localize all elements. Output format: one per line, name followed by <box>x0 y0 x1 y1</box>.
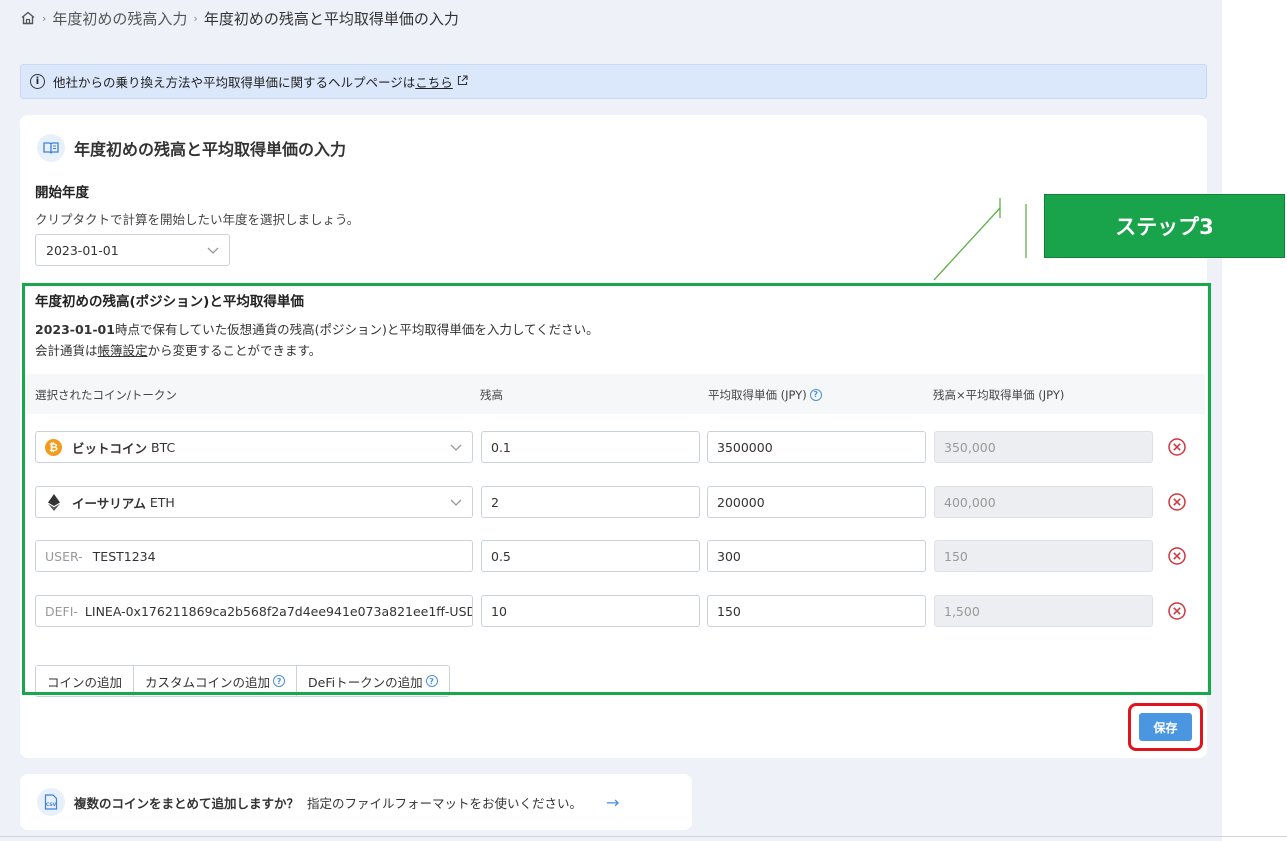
help-text: 他社からの乗り換え方法や平均取得単価に関するヘルプページは <box>53 75 416 90</box>
csv-import-card[interactable]: CSV 複数のコインをまとめて追加しますか？ 指定のファイルフォーマットをお使い… <box>20 774 692 830</box>
breadcrumb-separator: › <box>193 11 198 25</box>
csv-prompt: 複数のコインをまとめて追加しますか？ <box>74 795 300 811</box>
chevron-down-icon <box>206 243 220 260</box>
save-highlight-box <box>1128 703 1203 751</box>
breadcrumb: › 年度初めの残高入力 › 年度初めの残高と平均取得単価の入力 <box>20 7 459 29</box>
divider <box>0 836 1287 837</box>
step-label: ステップ3 <box>1044 194 1285 258</box>
home-icon[interactable] <box>20 10 36 26</box>
help-link[interactable]: こちら <box>415 72 453 91</box>
breadcrumb-current: 年度初めの残高と平均取得単価の入力 <box>203 9 459 28</box>
arrow-right-icon[interactable]: → <box>606 793 619 812</box>
start-year-description: クリプタクトで計算を開始したい年度を選択しましょう。 <box>35 212 360 227</box>
card-title: 年度初めの残高と平均取得単価の入力 <box>37 134 346 162</box>
csv-description: 指定のファイルフォーマットをお使いください。 <box>307 795 583 811</box>
csv-file-icon: CSV <box>37 788 65 816</box>
step-highlight-box <box>22 283 1211 695</box>
start-date-value: 2023-01-01 <box>46 242 119 258</box>
help-banner: i 他社からの乗り換え方法や平均取得単価に関するヘルプページは こちら <box>20 64 1207 99</box>
start-date-select[interactable]: 2023-01-01 <box>35 234 230 266</box>
callout-connector <box>933 198 1027 281</box>
breadcrumb-separator: › <box>42 11 47 25</box>
info-icon: i <box>30 74 45 89</box>
card-title-text: 年度初めの残高と平均取得単価の入力 <box>74 140 347 159</box>
breadcrumb-item[interactable]: 年度初めの残高入力 <box>52 8 187 29</box>
book-icon <box>37 134 65 162</box>
svg-text:CSV: CSV <box>46 802 57 808</box>
external-link-icon[interactable] <box>457 74 468 89</box>
start-year-label: 開始年度 <box>35 185 89 201</box>
